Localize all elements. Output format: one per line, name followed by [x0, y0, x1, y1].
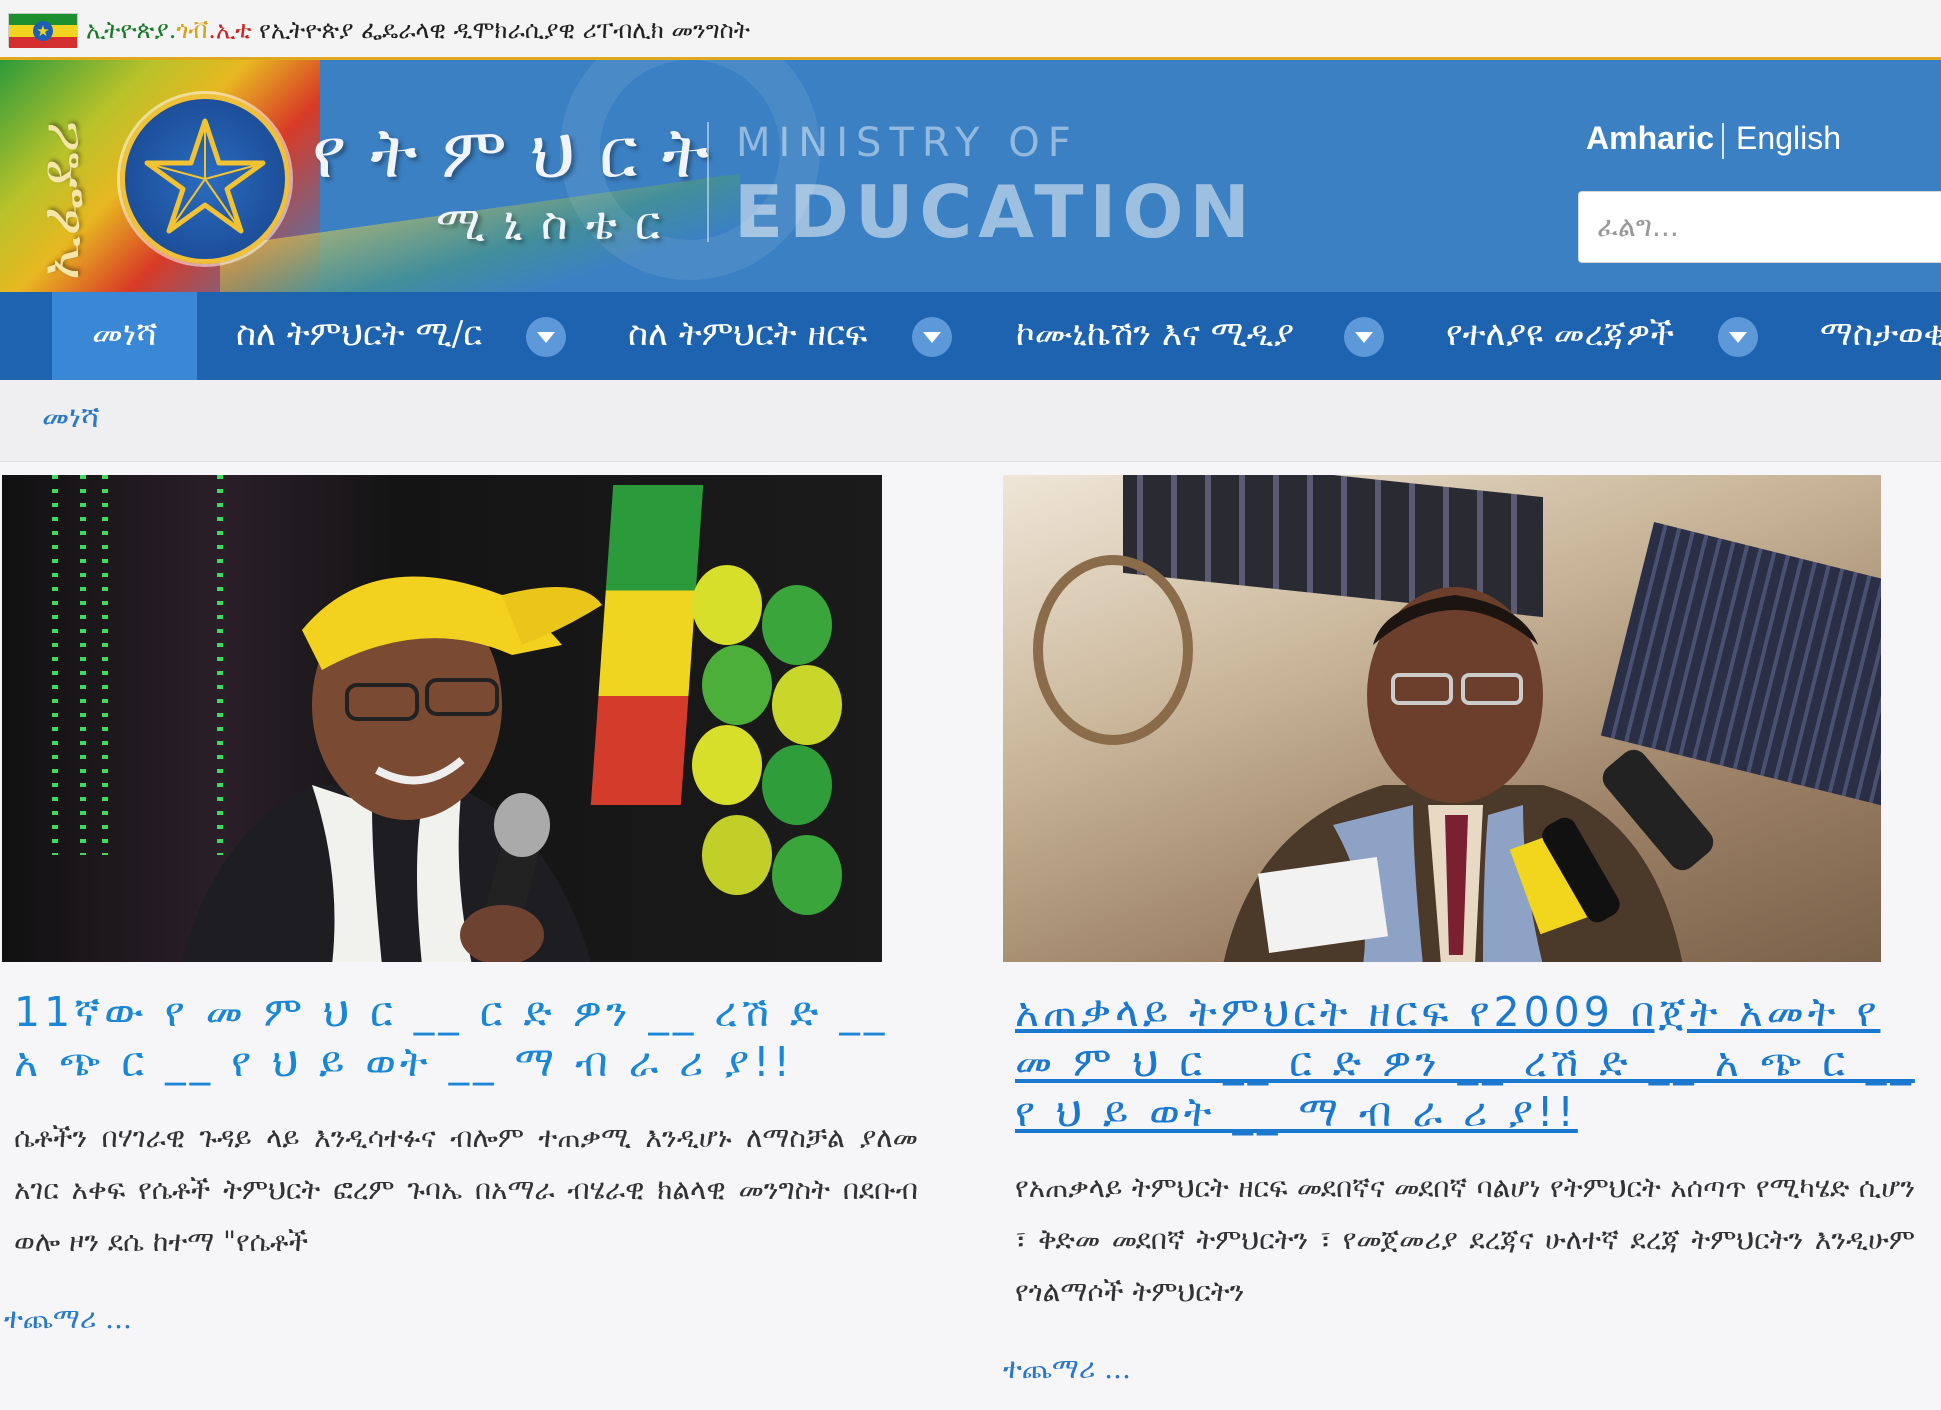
breadcrumb: መነሻ [0, 380, 1941, 462]
light-strand [80, 475, 86, 855]
nav-item-various-info[interactable]: የተለያዩ መረጃዎች [1446, 292, 1674, 380]
logo-amharic-line2[interactable]: ሚኒስቴር [436, 196, 678, 252]
balloon [762, 585, 832, 665]
gov-domain-part3: .ኢቲ [208, 16, 252, 44]
logo-divider [707, 122, 709, 242]
balloon [772, 665, 842, 745]
lang-english-link[interactable]: English [1736, 120, 1841, 156]
article-2-more-link[interactable]: ተጨማሪ ... [1003, 1352, 1131, 1386]
chevron-down-icon[interactable] [1718, 317, 1758, 357]
logo-english-line1[interactable]: MINISTRY OF [736, 120, 1079, 166]
search-input[interactable]: ፈልግ... [1578, 191, 1941, 263]
article-2-body: የአጠቃላይ ትምህርት ዘርፍ መደበኛና መደበኛ ባልሆነ የትምህርት … [1015, 1171, 1915, 1308]
article-1-more-link[interactable]: ተጨማሪ ... [4, 1302, 132, 1336]
balloon [692, 725, 762, 805]
lang-amharic-link[interactable]: Amharic [1586, 120, 1714, 156]
chevron-down-icon[interactable] [912, 317, 952, 357]
breadcrumb-home-link[interactable]: መነሻ [42, 400, 100, 435]
speaker-photo [1223, 587, 1714, 962]
nav-item-about-sector[interactable]: ስለ ትምህርት ዘርፍ [628, 292, 867, 380]
logo-english-line2[interactable]: EDUCATION [734, 170, 1256, 254]
language-switcher: Amharic English [1586, 120, 1841, 159]
nav-item-home[interactable]: መነሻ [52, 292, 198, 380]
article-2-title[interactable]: አጠቃላይ ትምህርት ዘርፍ የ2009 በጀት አመት የ መ ም ህ ር … [1015, 987, 1925, 1137]
balloon [772, 835, 842, 915]
balloon [702, 645, 772, 725]
speaker-photo [182, 576, 602, 962]
chevron-down-icon[interactable] [1344, 317, 1384, 357]
main-nav: መነሻ ስለ ትምህርት ሚ/ር ስለ ትምህርት ዘርፍ ኮሙኒኬሽን እና … [0, 292, 1941, 380]
basket-decor [1033, 555, 1193, 745]
nav-item-communication-media[interactable]: ኮሙኒኬሽን እና ሚዲያ [1016, 292, 1294, 380]
site-header: ኢፌዴሪ የትምህርት ሚኒስቴር MINISTRY OF EDUCATION … [0, 60, 1941, 292]
chevron-down-icon[interactable] [526, 317, 566, 357]
gov-domain-part2: ጎቭ [176, 16, 209, 44]
national-emblem-icon[interactable] [120, 94, 290, 264]
article-1-image[interactable] [2, 475, 882, 962]
nav-item-about-ministry[interactable]: ስለ ትምህርት ሚ/ር [236, 292, 482, 380]
balloon [762, 745, 832, 825]
header-vertical-text: ኢፌዴሪ [28, 120, 91, 280]
article-1-title[interactable]: 11ኛው የ መ ም ህ ር __ ር ድ ዎን __ ረሽ ድ __ አ ጭ … [14, 987, 894, 1087]
light-strand [102, 475, 108, 855]
gov-bar: ★ ኢትዮጵያ.ጎቭ.ኢቲ የኢትዮጵያ ፌዴራላዊ ዲሞክራሲያዊ ሪፐብሊክ… [0, 0, 1941, 60]
light-strand [52, 475, 58, 855]
ethiopia-flag-icon: ★ [8, 13, 78, 48]
gov-name: የኢትዮጵያ ፌዴራላዊ ዲሞክራሲያዊ ሪፐብሊክ መንግስት [251, 16, 750, 44]
article-1-body: ሴቶችን በሃገራዊ ጉዳይ ላይ እንዲሳተፉና ብሎም ተጠቃሚ እንዲሆኑ… [14, 1121, 918, 1258]
logo-amharic-line1[interactable]: የትምህርት [312, 112, 733, 195]
gov-domain-part1: ኢትዮጵያ. [86, 16, 177, 44]
balloon [692, 565, 762, 645]
lang-separator [1722, 122, 1725, 159]
article-2-image[interactable] [1003, 475, 1881, 962]
nav-item-announcements[interactable]: ማስታወቂ [1820, 292, 1941, 380]
gov-portal-link[interactable]: ኢትዮጵያ.ጎቭ.ኢቲ የኢትዮጵያ ፌዴራላዊ ዲሞክራሲያዊ ሪፐብሊክ መ… [86, 16, 750, 44]
balloon [702, 815, 772, 895]
